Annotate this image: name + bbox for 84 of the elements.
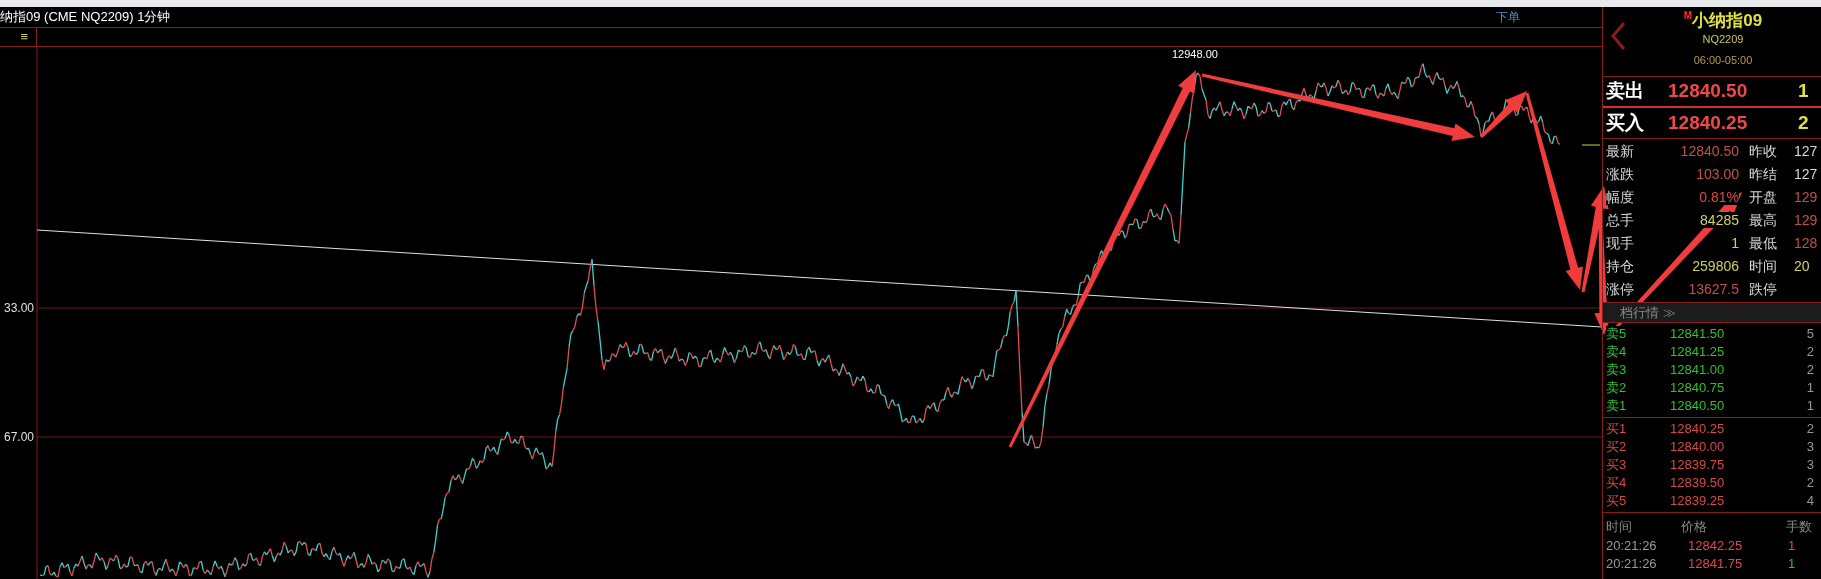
depth-price: 12840.50: [1670, 397, 1726, 416]
depth-size: 2: [1805, 343, 1814, 362]
depth-size: 3: [1805, 456, 1814, 475]
stat-label: 幅度: [1606, 189, 1634, 205]
bid-label: 买入: [1606, 110, 1645, 135]
ask-size: 1: [1798, 79, 1809, 104]
stat-label: 涨跌: [1606, 166, 1634, 182]
price-marker-line: [1581, 144, 1601, 146]
depth-level: 买1: [1606, 421, 1627, 437]
trade-size: 1: [1788, 537, 1796, 556]
stat-label: 时间: [1749, 258, 1777, 274]
stat-label: 持仓: [1606, 258, 1634, 274]
stat-value: 129: [1794, 189, 1818, 205]
stat-value: 13627.5: [1688, 281, 1739, 297]
depth-price: 12839.75: [1670, 456, 1726, 475]
trade-price: 12841.75: [1688, 555, 1744, 574]
column-header: 时间: [1606, 518, 1633, 537]
stat-label: 昨结: [1749, 166, 1777, 182]
depth-level: 买5: [1606, 493, 1627, 509]
depth-price: 12841.50: [1670, 325, 1726, 344]
contract-name: 小纳指09: [1692, 11, 1763, 31]
column-header: 价格: [1681, 518, 1708, 537]
depth-level: 买4: [1606, 475, 1627, 491]
market-mark: M: [1683, 11, 1693, 21]
depth-level: 买3: [1606, 457, 1627, 473]
stat-label: 总手: [1606, 212, 1634, 228]
depth-price: 12841.25: [1670, 343, 1726, 362]
bid-size: 2: [1798, 110, 1809, 135]
depth-size: 1: [1805, 397, 1814, 416]
trading-session: 06:00-05:00: [1693, 52, 1753, 68]
depth-level: 卖3: [1606, 362, 1627, 378]
depth-size: 1: [1805, 379, 1814, 398]
stat-label: 跌停: [1749, 281, 1777, 297]
depth-size: 2: [1805, 474, 1814, 493]
depth-level: 卖2: [1606, 380, 1627, 396]
stat-value: 20: [1794, 258, 1810, 274]
depth-price: 12840.25: [1670, 420, 1726, 439]
depth-level: 卖5: [1606, 326, 1627, 342]
trade-price: 12842.25: [1688, 537, 1744, 556]
depth-size: 3: [1805, 438, 1814, 457]
order-link[interactable]: 下单: [1496, 8, 1520, 26]
depth-price: 12840.00: [1670, 438, 1726, 457]
stat-label: 现手: [1606, 235, 1634, 251]
depth-price: 12839.50: [1670, 474, 1726, 493]
bid-price: 12840.25: [1668, 110, 1749, 135]
back-chevron-icon[interactable]: [1610, 21, 1626, 51]
depth-level: 卖4: [1606, 344, 1627, 360]
peak-price-label: 12948.00: [1172, 48, 1218, 60]
stat-value: 127: [1794, 143, 1818, 159]
stat-label: 昨收: [1749, 143, 1777, 159]
depth-price: 12841.00: [1670, 361, 1726, 380]
trade-size: 1: [1788, 555, 1796, 574]
depth-level: 买2: [1606, 439, 1627, 455]
depth-price: 12839.25: [1670, 492, 1726, 511]
depth-level: 卖1: [1606, 398, 1627, 414]
depth-size: 2: [1805, 361, 1814, 380]
trade-time: 20:21:26: [1606, 555, 1658, 574]
depth-size: 5: [1805, 325, 1814, 344]
stat-label: 最新: [1606, 143, 1634, 159]
stat-label: 开盘: [1749, 189, 1777, 205]
stat-value: 103.00: [1696, 166, 1739, 182]
ask-label: 卖出: [1606, 79, 1645, 104]
depth-price: 12840.75: [1670, 379, 1726, 398]
stat-label: 最低: [1749, 235, 1777, 251]
trade-time: 20:21:26: [1606, 537, 1658, 556]
stat-label: 最高: [1749, 212, 1777, 228]
stat-label: 涨停: [1606, 281, 1634, 297]
window-title: 纳指09 (CME NQ2209) 1分钟: [0, 8, 171, 27]
ask-price: 12840.50: [1668, 79, 1749, 104]
stat-value: 12840.50: [1680, 143, 1739, 159]
stat-value: 259806: [1692, 258, 1739, 274]
menu-button[interactable]: ≡: [20, 28, 28, 46]
axis-label: 33.00: [3, 301, 34, 315]
stat-value: 127: [1794, 166, 1818, 182]
axis-label: 67.00: [3, 430, 34, 444]
stat-value: 1: [1731, 235, 1739, 251]
stat-value: 128: [1794, 235, 1818, 251]
depth-size: 2: [1805, 420, 1814, 439]
stat-value: 84285: [1700, 212, 1739, 228]
stat-value: 0.81%: [1699, 189, 1739, 205]
depth-size: 4: [1805, 492, 1814, 511]
contract-code: NQ2209: [1702, 32, 1744, 47]
column-header: 手数: [1786, 518, 1812, 537]
stat-value: 129: [1794, 212, 1818, 228]
